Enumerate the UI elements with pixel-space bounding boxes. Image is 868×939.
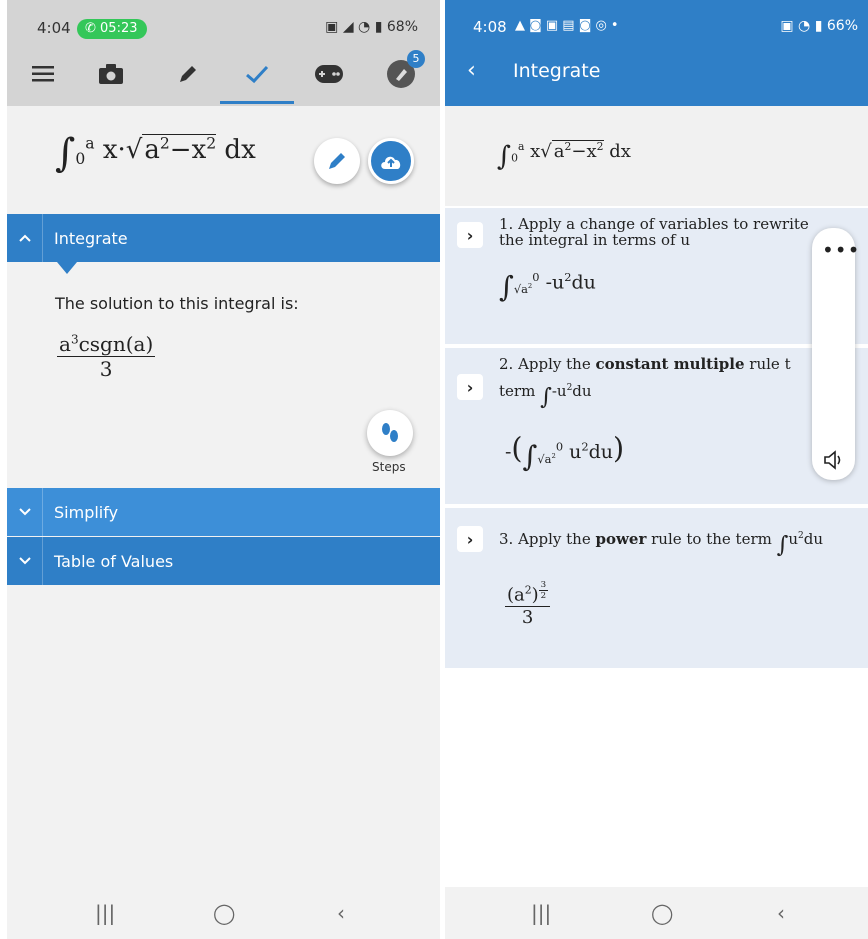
step-1-card: › 1. Apply a change of variables to rewr… [445,208,868,344]
system-nav-bar: ||| ◯ ‹ [7,887,440,939]
step-2-expand-button[interactable]: › [457,374,483,400]
formula-area: ∫0a x·√a2−x2 dx [7,106,440,214]
step-3-text: 3. Apply the power rule to the term ∫u2d… [499,530,824,558]
status-time: 4:08 [473,18,507,36]
page-title: Integrate [513,60,601,82]
section-simplify-label: Simplify [54,503,119,522]
menu-icon[interactable] [23,56,63,92]
floating-panel: ••• [812,228,859,480]
battery-level: 66% [826,18,858,34]
step-2-text: 2. Apply the constant multiple rule t [499,355,791,373]
upload-button[interactable] [368,138,414,184]
app-bar: ‹ Integrate [445,40,868,106]
active-tab-indicator [220,101,294,104]
chevron-up-icon [7,214,43,262]
section-table-of-values[interactable]: Table of Values [7,537,440,585]
home-icon[interactable]: ◯ [651,901,673,925]
status-time: 4:04 [37,19,71,37]
top-toolbar: 5 [7,44,440,106]
section-integrate[interactable]: Integrate [7,214,440,262]
step-1-text: 1. Apply a change of variables to rewrit… [499,215,809,249]
section-simplify[interactable]: Simplify [7,488,440,536]
notification-icons: ▲ ◙ ▣ ▤ ◙ ◎ • [515,18,619,33]
back-icon[interactable]: ‹ [337,901,345,925]
call-indicator[interactable]: ✆ 05:23 [77,19,147,39]
camera-icon[interactable] [91,56,131,92]
section-pointer [57,262,77,274]
step-2-term: term ∫-u2du [499,382,592,410]
left-screen: 4:04 ✆ 05:23 ▣ ◢ ◔ ▮ 68% 5 ∫0a x·√a2−x2 … [7,0,440,939]
chevron-down-icon [7,488,43,536]
back-icon[interactable]: ‹ [777,901,785,925]
pencil-icon[interactable] [168,56,208,92]
system-nav-bar: ||| ◯ ‹ [445,887,868,939]
step-3-expand-button[interactable]: › [457,526,483,552]
footsteps-icon [382,423,398,442]
solution-text: The solution to this integral is: [55,294,299,313]
check-icon[interactable] [237,56,277,92]
gamepad-icon[interactable] [309,56,349,92]
section-integrate-label: Integrate [54,229,128,248]
formula-area: ∫0a x√ a2−x2 dx [445,106,868,206]
battery-level: 68% [386,19,418,35]
integral-expression: ∫0a x√ a2−x2 dx [497,140,631,172]
pencil-icon [329,153,345,169]
status-icons: ▣ ◔ ▮ 66% [780,18,858,34]
status-bar: 4:04 ✆ 05:23 ▣ ◢ ◔ ▮ 68% [7,0,440,44]
right-screen: 4:08 ▲ ◙ ▣ ▤ ◙ ◎ • ▣ ◔ ▮ 66% ‹ Integrate… [445,0,868,939]
cloud-upload-icon [381,156,401,169]
step-1-expand-button[interactable]: › [457,222,483,248]
home-icon[interactable]: ◯ [213,901,235,925]
section-table-label: Table of Values [54,552,174,571]
recents-icon[interactable]: ||| [95,901,115,925]
call-duration: 05:23 [100,21,138,36]
status-bar: 4:08 ▲ ◙ ▣ ▤ ◙ ◎ • ▣ ◔ ▮ 66% [445,0,868,40]
volume-icon[interactable] [823,450,845,470]
step-2-card: › 2. Apply the constant multiple rule t … [445,348,868,504]
more-options-icon[interactable]: ••• [822,238,860,262]
steps-label: Steps [372,460,406,474]
back-arrow-icon[interactable]: ‹ [467,58,476,83]
recents-icon[interactable]: ||| [531,901,551,925]
step-1-expression: ∫√a20 -u2du [499,270,596,304]
steps-button[interactable] [367,410,413,456]
notification-badge: 5 [407,50,425,68]
result-expression: a3csgn(a) 3 [57,332,156,381]
step-2-expression: -(∫√a20 u2du) [505,432,625,473]
step-3-card: › 3. Apply the power rule to the term ∫u… [445,508,868,668]
integral-expression[interactable]: ∫0a x·√a2−x2 dx [55,131,256,176]
step-3-result: (a2) 3 2 3 [505,580,551,628]
status-icons: ▣ ◢ ◔ ▮ 68% [325,19,418,35]
chevron-down-icon [7,537,43,585]
edit-button[interactable] [314,138,360,184]
